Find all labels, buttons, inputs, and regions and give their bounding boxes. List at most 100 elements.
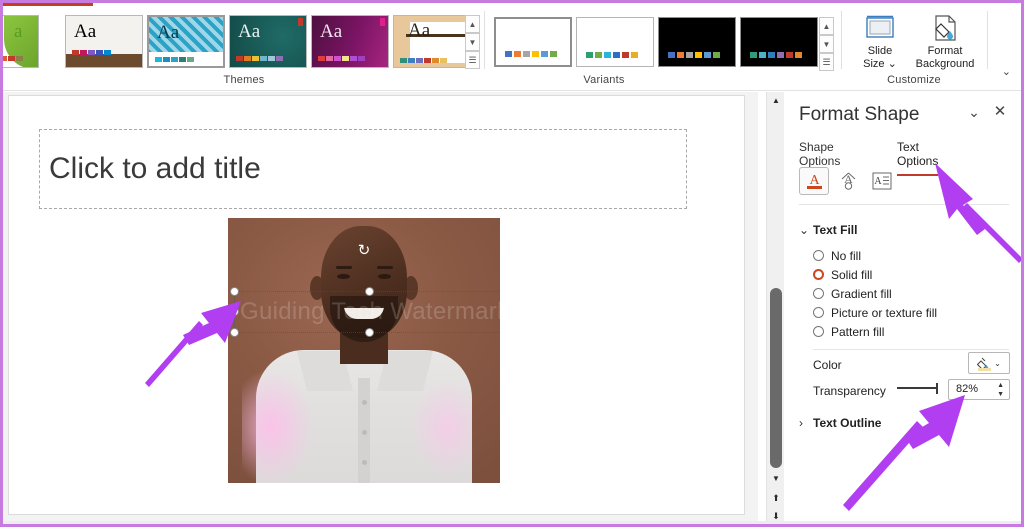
photo-brow-left <box>336 266 352 269</box>
pane-title: Format Shape <box>799 104 920 125</box>
slide-canvas[interactable]: Click to add title Guiding Tech Watermar… <box>8 95 745 515</box>
scrollbar-thumb[interactable] <box>770 288 782 468</box>
theme-item-4[interactable]: Aa <box>311 15 389 68</box>
transparency-label: Transparency <box>813 384 886 398</box>
variant-item-2[interactable] <box>658 17 736 67</box>
triangle-down-icon: ▼ <box>772 474 780 483</box>
pane-divider <box>813 349 1009 350</box>
themes-more-button[interactable]: ☰ <box>465 51 480 69</box>
variants-more-button[interactable]: ☰ <box>819 53 834 71</box>
radio-no-fill[interactable]: No fill <box>813 249 861 263</box>
previous-slide-icon: ⬆ <box>772 493 780 503</box>
radio-button <box>813 326 824 337</box>
ribbon-separator-2 <box>841 11 842 69</box>
theme-sample-text-0: a <box>14 21 23 42</box>
theme-item-3[interactable]: Aa <box>229 15 307 68</box>
variants-scroll-down-button[interactable]: ▼ <box>819 35 834 53</box>
chevron-down-icon: ⌄ <box>994 358 1001 368</box>
text-fill-color-button[interactable]: ⌄ <box>968 352 1010 374</box>
photo-glow-left <box>242 368 314 483</box>
theme-item-2[interactable]: Aa <box>147 15 225 68</box>
variant-item-1[interactable] <box>576 17 654 67</box>
tab-text-options[interactable]: Text Options <box>897 140 939 176</box>
resize-handle-top-center[interactable] <box>365 287 374 296</box>
chevron-down-icon: ⌄ <box>799 223 810 237</box>
transparency-slider[interactable] <box>897 383 938 394</box>
ribbon-separator-3 <box>987 11 988 69</box>
svg-text:A: A <box>809 173 820 188</box>
format-background-button[interactable]: Format Background <box>907 11 983 73</box>
chevron-up-icon: ▲ <box>822 21 831 31</box>
inserted-photo[interactable]: Guiding Tech Watermark ↻ <box>228 218 500 483</box>
photo-glow-right <box>410 378 472 478</box>
scroll-down-button[interactable]: ▼ <box>767 470 785 487</box>
color-label: Color <box>813 358 842 372</box>
photo-eye-right <box>378 274 391 279</box>
radio-gradient-fill-label: Gradient fill <box>831 287 892 301</box>
section-text-outline-label: Text Outline <box>813 416 882 430</box>
text-effects-icon[interactable]: A <box>833 167 863 195</box>
spinner-down-button[interactable]: ▼ <box>997 391 1004 399</box>
text-fill-and-outline-icon[interactable]: A <box>799 167 829 195</box>
fill-bucket-icon <box>976 356 992 371</box>
themes-scroll-down-button[interactable]: ▼ <box>465 33 480 51</box>
section-text-outline[interactable]: › Text Outline <box>799 416 881 430</box>
previous-slide-button[interactable]: ⬆ <box>767 490 785 507</box>
powerpoint-window: a Aa Aa Aa Aa Aa ▲ ▼ ☰ Themes ▲ ▼ ☰ Vari… <box>0 0 1024 527</box>
slider-track <box>897 387 937 389</box>
radio-picture-fill-label: Picture or texture fill <box>831 306 938 320</box>
ribbon-separator-1 <box>484 11 485 69</box>
rotate-icon: ↻ <box>357 242 371 259</box>
radio-button <box>813 250 824 261</box>
theme-item-5[interactable]: Aa <box>393 15 471 68</box>
photo-brow-right <box>377 266 393 269</box>
chevron-up-icon: ▲ <box>468 19 477 29</box>
ribbon-group-customize: Slide Size ⌄ Format Background Customize <box>845 6 985 88</box>
pane-close-button[interactable]: ✕ <box>991 104 1009 122</box>
variant-item-0[interactable] <box>494 17 572 67</box>
photo-shirt-button <box>362 400 367 405</box>
section-text-fill[interactable]: ⌄ Text Fill <box>799 223 857 237</box>
spinner-up-button[interactable]: ▲ <box>997 382 1004 390</box>
photo-shirt-button <box>362 430 367 435</box>
resize-handle-top-left[interactable] <box>230 287 239 296</box>
slide-vertical-scrollbar[interactable]: ▲ ▼ ⬆ ⬇ <box>766 92 785 524</box>
slider-knob[interactable] <box>936 383 938 394</box>
more-icon: ☰ <box>822 56 831 67</box>
pane-collapse-button[interactable]: ⌄ <box>965 104 983 122</box>
radio-solid-fill[interactable]: Solid fill <box>813 268 872 282</box>
resize-handle-bottom-left[interactable] <box>230 328 239 337</box>
theme-item-0[interactable]: a <box>3 15 39 68</box>
title-placeholder[interactable]: Click to add title <box>39 129 687 209</box>
ribbon-group-themes: a Aa Aa Aa Aa Aa ▲ ▼ ☰ Themes <box>3 6 483 88</box>
scroll-up-button[interactable]: ▲ <box>767 92 785 109</box>
radio-pattern-fill[interactable]: Pattern fill <box>813 325 884 339</box>
slide-size-icon <box>850 11 910 45</box>
transparency-value: 82% <box>956 383 979 395</box>
slide-size-label-line1: Slide <box>867 45 893 57</box>
ribbon-expand-button[interactable]: ⌄ <box>1002 65 1011 78</box>
active-icon-caret <box>808 198 820 204</box>
slide-size-label-line2: Size ⌄ <box>863 58 897 70</box>
chevron-down-icon: ▼ <box>822 39 831 49</box>
radio-gradient-fill[interactable]: Gradient fill <box>813 287 892 301</box>
rotate-handle[interactable]: ↻ <box>355 242 373 260</box>
theme-corner-marker-4 <box>380 18 385 26</box>
radio-button-selected <box>813 269 824 280</box>
window-bottom-edge <box>3 521 1021 524</box>
theme-item-1[interactable]: Aa <box>65 15 143 68</box>
textbox-icon[interactable]: A <box>867 167 897 195</box>
resize-handle-middle-left[interactable] <box>230 307 239 316</box>
variant-item-3[interactable] <box>740 17 818 67</box>
ribbon-group-label-customize: Customize <box>887 74 941 86</box>
variants-scroll-up-button[interactable]: ▲ <box>819 17 834 35</box>
themes-scroll-up-button[interactable]: ▲ <box>465 15 480 33</box>
more-icon: ☰ <box>468 54 477 65</box>
transparency-spinner[interactable]: 82% ▲ ▼ <box>948 379 1010 400</box>
radio-picture-or-texture-fill[interactable]: Picture or texture fill <box>813 306 937 320</box>
theme-sample-text-3: Aa <box>238 21 261 42</box>
chevron-down-icon: ▼ <box>468 37 477 47</box>
theme-sample-text-4: Aa <box>320 21 343 42</box>
resize-handle-bottom-center[interactable] <box>365 328 374 337</box>
slide-size-button[interactable]: Slide Size ⌄ <box>850 11 910 73</box>
